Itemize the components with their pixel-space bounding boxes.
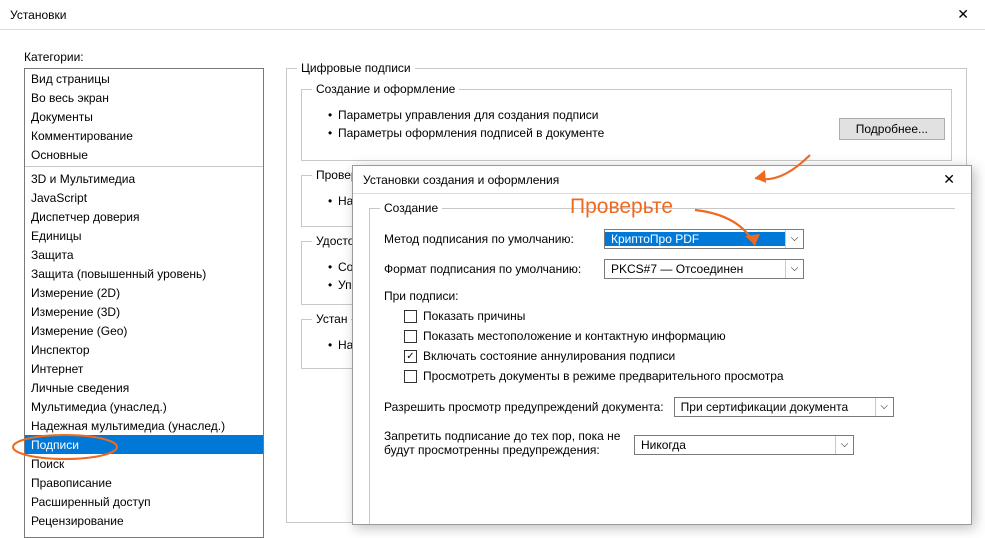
list-item[interactable]: Защита [25,245,263,264]
format-label: Формат подписания по умолчанию: [384,262,594,276]
list-item[interactable]: Измерение (Geo) [25,321,263,340]
window-titlebar: Установки ✕ [0,0,985,30]
list-item[interactable]: Документы [25,107,263,126]
list-item[interactable]: Подписи [25,435,263,454]
list-item[interactable]: Во весь экран [25,88,263,107]
prohibit-label: Запретить подписание до тех пор, пока не… [384,429,624,457]
list-item[interactable]: Защита (повышенный уровень) [25,264,263,283]
chevron-down-icon: ⌵ [785,260,803,278]
list-item[interactable]: Расширенный доступ [25,492,263,511]
method-select[interactable]: КриптоПро PDF ⌵ [604,229,804,249]
method-label: Метод подписания по умолчанию: [384,232,594,246]
window-title: Установки [10,8,951,22]
list-item[interactable]: Надежная мультимедиа (унаслед.) [25,416,263,435]
list-item[interactable]: JavaScript [25,188,263,207]
when-signing-label: При подписи: [384,289,941,303]
list-item[interactable]: Правописание [25,473,263,492]
prohibit-select[interactable]: Никогда ⌵ [634,435,854,455]
checkbox-label: Показать причины [423,309,525,323]
chevron-down-icon: ⌵ [875,398,893,416]
fieldset-legend: Цифровые подписи [297,61,415,75]
dialog-titlebar: Установки создания и оформления ✕ [353,166,971,194]
checkbox-label: Просмотреть документы в режиме предварит… [423,369,784,383]
reasons-checkbox[interactable] [404,310,417,323]
fieldset-legend: Создание [380,201,442,215]
list-item[interactable]: Вид страницы [25,69,263,88]
list-item[interactable]: Мультимедиа (унаслед.) [25,397,263,416]
list-item[interactable]: Рецензирование [25,511,263,530]
allow-warnings-label: Разрешить просмотр предупреждений докуме… [384,400,664,414]
list-item[interactable]: Поиск [25,454,263,473]
list-item[interactable]: Интернет [25,359,263,378]
select-value: Никогда [635,438,835,452]
chevron-down-icon: ⌵ [785,230,803,248]
location-checkbox[interactable] [404,330,417,343]
select-value: КриптоПро PDF [605,232,785,246]
list-item[interactable]: Единицы [25,226,263,245]
list-item[interactable]: Комментирование [25,126,263,145]
list-item[interactable]: Личные сведения [25,378,263,397]
list-item[interactable]: Диспетчер доверия [25,207,263,226]
categories-label: Категории: [24,50,967,64]
creating-fieldset: Создание и оформление Параметры управлен… [301,89,952,161]
chevron-down-icon: ⌵ [835,436,853,454]
categories-listbox[interactable]: Вид страницыВо весь экранДокументыКоммен… [24,68,264,538]
list-item[interactable]: 3D и Мультимедиа [25,169,263,188]
more-button[interactable]: Подробнее... [839,118,945,140]
checkbox-label: Показать местоположение и контактную инф… [423,329,726,343]
close-icon[interactable]: ✕ [951,6,975,23]
creation-settings-dialog: Установки создания и оформления ✕ Создан… [352,165,972,525]
format-select[interactable]: PKCS#7 — Отсоединен ⌵ [604,259,804,279]
revocation-checkbox[interactable]: ✓ [404,350,417,363]
select-value: PKCS#7 — Отсоединен [605,262,785,276]
checkbox-label: Включать состояние аннулирования подписи [423,349,675,363]
select-value: При сертификации документа [675,400,875,414]
fieldset-legend: Создание и оформление [312,82,459,96]
list-item[interactable]: Измерение (3D) [25,302,263,321]
dialog-title: Установки создания и оформления [363,173,937,187]
preview-checkbox[interactable] [404,370,417,383]
list-item[interactable]: Инспектор [25,340,263,359]
list-item[interactable]: Основные [25,145,263,164]
close-icon[interactable]: ✕ [937,171,961,188]
creation-fieldset: Создание Метод подписания по умолчанию: … [369,208,955,525]
fieldset-legend: Устан [312,312,351,326]
allow-warnings-select[interactable]: При сертификации документа ⌵ [674,397,894,417]
list-item[interactable]: Измерение (2D) [25,283,263,302]
list-separator [25,166,263,167]
